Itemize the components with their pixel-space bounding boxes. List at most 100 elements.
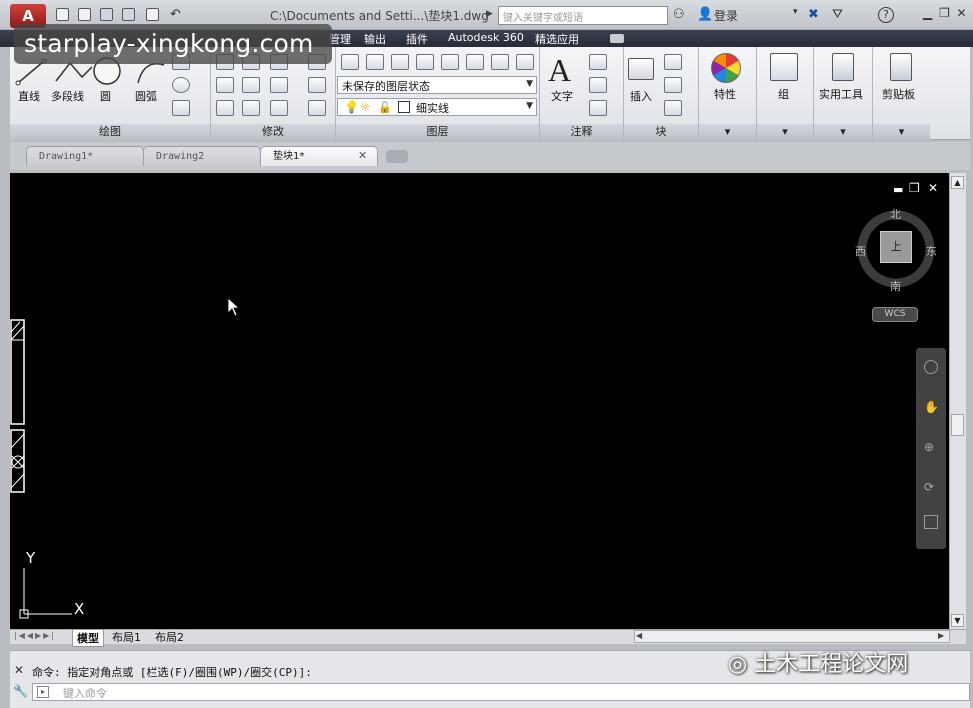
explode-icon[interactable] bbox=[308, 77, 326, 93]
tab-autodesk-360[interactable]: Autodesk 360 bbox=[448, 31, 524, 44]
insert-button[interactable]: 插入 bbox=[630, 88, 652, 104]
viewport-close-icon[interactable]: ✕ bbox=[928, 181, 938, 195]
viewcube-top-face[interactable]: 上 bbox=[880, 231, 912, 263]
arc-button[interactable]: 圆弧 bbox=[135, 88, 157, 104]
create-block-icon[interactable] bbox=[664, 54, 682, 70]
dimension-icon[interactable] bbox=[589, 54, 607, 70]
steering-wheel-icon[interactable] bbox=[924, 360, 938, 374]
layer-isolate-icon[interactable] bbox=[416, 54, 434, 70]
search-input[interactable]: 键入关键字或短语 bbox=[498, 6, 668, 25]
layer-previous-icon[interactable] bbox=[516, 54, 534, 70]
polyline-button[interactable]: 多段线 bbox=[51, 88, 84, 104]
search-expand-icon[interactable]: ▶ bbox=[486, 9, 493, 19]
edit-attributes-icon[interactable] bbox=[664, 100, 682, 116]
utilities-button[interactable]: 实用工具 bbox=[819, 86, 863, 102]
text-button[interactable]: 文字 bbox=[551, 88, 573, 104]
autodesk-icon[interactable]: ⛛ bbox=[832, 7, 843, 22]
copy-icon[interactable] bbox=[216, 77, 234, 93]
layout-nav-arrows[interactable]: |◀◀▶▶| bbox=[14, 631, 56, 640]
scroll-up-arrow[interactable]: ▲ bbox=[951, 176, 964, 189]
scale-icon[interactable] bbox=[242, 100, 260, 116]
insert-block-icon[interactable] bbox=[628, 58, 654, 80]
save-as-icon[interactable] bbox=[122, 8, 135, 21]
scroll-left-arrow[interactable]: ◀ bbox=[636, 631, 642, 640]
clipboard-icon[interactable] bbox=[890, 53, 912, 81]
vertical-scroll-thumb[interactable] bbox=[951, 414, 964, 436]
mirror-icon[interactable] bbox=[242, 77, 260, 93]
drawn-block-geometry[interactable] bbox=[10, 318, 28, 494]
command-input[interactable]: 键入命令 bbox=[32, 683, 970, 701]
edit-block-icon[interactable] bbox=[664, 77, 682, 93]
ucs-menu-button[interactable]: WCS bbox=[872, 307, 918, 322]
new-file-icon[interactable] bbox=[56, 8, 69, 21]
close-window-button[interactable]: ✕ bbox=[954, 6, 969, 21]
layers-panel-title[interactable]: 图层 bbox=[336, 124, 539, 140]
dropdown-arrow-icon[interactable]: ▾ bbox=[793, 7, 798, 17]
groups-button[interactable]: 组 bbox=[778, 86, 789, 102]
scroll-right-arrow[interactable]: ▶ bbox=[938, 631, 944, 640]
clipboard-button[interactable]: 剪贴板 bbox=[882, 86, 915, 102]
layer-color-swatch[interactable] bbox=[398, 101, 410, 113]
stretch-icon[interactable] bbox=[216, 100, 234, 116]
hatch-icon[interactable] bbox=[172, 100, 190, 116]
new-tab-button[interactable] bbox=[386, 150, 408, 163]
lightbulb-icon[interactable]: 💡 bbox=[344, 100, 359, 114]
layer-lock-icon[interactable] bbox=[466, 54, 484, 70]
sun-icon[interactable]: ☼ bbox=[360, 100, 371, 114]
viewcube-south[interactable]: 南 bbox=[890, 278, 901, 294]
save-icon[interactable] bbox=[100, 8, 113, 21]
viewcube-west[interactable]: 西 bbox=[855, 243, 866, 259]
horizontal-scrollbar[interactable] bbox=[634, 630, 950, 643]
ribbon-toggle-icon[interactable] bbox=[610, 34, 624, 43]
pan-icon[interactable]: ✋ bbox=[924, 400, 939, 414]
modify-panel-title[interactable]: 修改 bbox=[211, 124, 335, 140]
tab-featured-apps[interactable]: 精选应用 bbox=[535, 31, 579, 47]
calculator-icon[interactable] bbox=[832, 53, 854, 81]
annotation-panel-title[interactable]: 注释 bbox=[540, 124, 623, 140]
doc-tab-drawing2[interactable]: Drawing2 bbox=[143, 146, 261, 166]
text-icon[interactable]: A bbox=[548, 52, 571, 89]
tab-output[interactable]: 输出 bbox=[364, 31, 386, 47]
layer-properties-icon[interactable] bbox=[341, 54, 359, 70]
help-icon[interactable]: ? bbox=[878, 7, 894, 23]
color-wheel-icon[interactable] bbox=[711, 53, 741, 83]
line-button[interactable]: 直线 bbox=[18, 88, 40, 104]
fillet-icon[interactable] bbox=[270, 77, 288, 93]
minimize-button[interactable]: ▁ bbox=[920, 6, 935, 21]
clipboard-panel-title[interactable]: ▾ bbox=[873, 124, 930, 140]
customize-wrench-icon[interactable]: 🔧 bbox=[13, 684, 28, 698]
command-prompt-icon[interactable]: ▸ bbox=[37, 686, 49, 698]
drawing-canvas[interactable] bbox=[10, 173, 949, 629]
lock-icon[interactable]: 🔓 bbox=[378, 101, 392, 114]
properties-button[interactable]: 特性 bbox=[714, 86, 736, 102]
array-icon[interactable] bbox=[270, 100, 288, 116]
tab-model[interactable]: 模型 bbox=[72, 629, 104, 647]
login-link[interactable]: 登录 bbox=[714, 7, 738, 24]
layer-freeze-icon[interactable] bbox=[441, 54, 459, 70]
properties-panel-title[interactable]: ▾ bbox=[699, 124, 756, 140]
tab-layout2[interactable]: 布局2 bbox=[155, 629, 184, 645]
groups-panel-title[interactable]: ▾ bbox=[757, 124, 813, 140]
ellipse-icon[interactable] bbox=[172, 77, 190, 93]
group-icon[interactable] bbox=[770, 53, 798, 81]
leader-icon[interactable] bbox=[589, 77, 607, 93]
circle-button[interactable]: 圆 bbox=[100, 88, 111, 104]
layer-off-icon[interactable] bbox=[391, 54, 409, 70]
doc-tab-drawing1[interactable]: Drawing1* bbox=[26, 146, 144, 166]
scroll-down-arrow[interactable]: ▼ bbox=[951, 614, 964, 627]
viewcube-east[interactable]: 东 bbox=[926, 243, 937, 259]
viewport-restore-icon[interactable]: ❐ bbox=[909, 181, 920, 195]
command-close-icon[interactable]: ✕ bbox=[14, 663, 24, 677]
print-icon[interactable] bbox=[146, 8, 159, 21]
layer-match-icon[interactable] bbox=[491, 54, 509, 70]
layer-state-icon[interactable] bbox=[366, 54, 384, 70]
undo-icon[interactable]: ↶ bbox=[170, 7, 181, 22]
tab-plugins[interactable]: 插件 bbox=[406, 31, 428, 47]
zoom-icon[interactable]: ⊕ bbox=[924, 440, 938, 454]
utilities-panel-title[interactable]: ▾ bbox=[814, 124, 872, 140]
open-file-icon[interactable] bbox=[78, 8, 91, 21]
layer-state-dropdown[interactable]: 未保存的图层状态 ▼ bbox=[337, 76, 537, 94]
orbit-icon[interactable]: ⟳ bbox=[924, 480, 938, 494]
restore-button[interactable]: ❐ bbox=[937, 6, 952, 21]
vertical-scrollbar[interactable] bbox=[949, 173, 966, 629]
